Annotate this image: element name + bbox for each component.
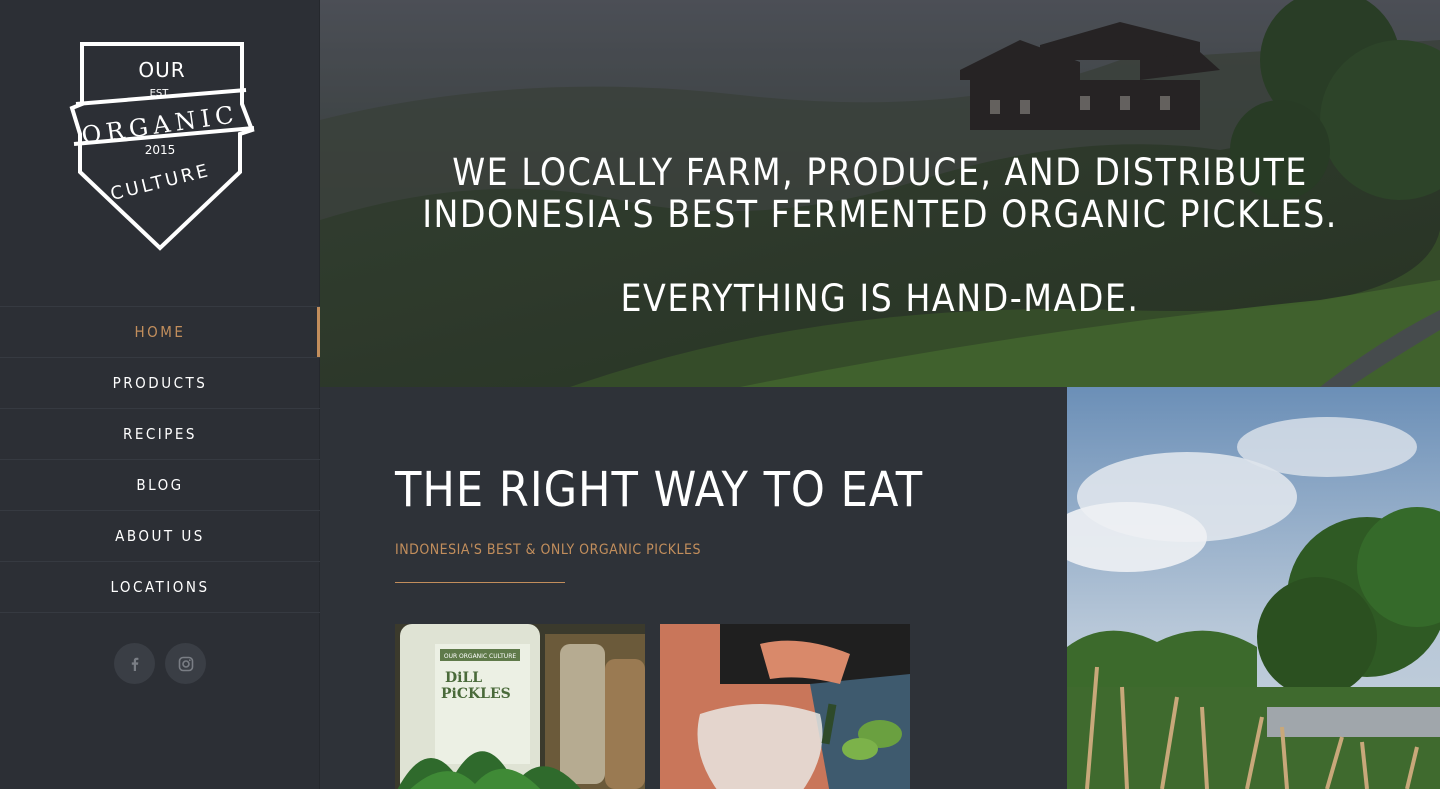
facebook-icon (131, 657, 138, 671)
pickle-preparation-photo[interactable] (660, 624, 910, 789)
hero-line-2: INDONESIA'S BEST FERMENTED ORGANIC PICKL… (422, 193, 1338, 236)
nav-item-home[interactable]: HOME (0, 307, 320, 358)
logo-culture: CULTURE (108, 160, 212, 205)
nav-item-locations[interactable]: LOCATIONS (0, 562, 320, 613)
nav-item-about-us[interactable]: ABOUT US (0, 511, 320, 562)
divider (395, 582, 565, 583)
main-nav: HOME PRODUCTS RECIPES BLOG ABOUT US LOCA… (0, 306, 320, 613)
jar-label-1: DiLL (445, 670, 482, 686)
hero-banner: WE LOCALLY FARM, PRODUCE, AND DISTRIBUTE… (320, 0, 1440, 387)
nav-label: PRODUCTS (112, 374, 208, 392)
hero-line-1: WE LOCALLY FARM, PRODUCE, AND DISTRIBUTE (452, 151, 1308, 194)
nav-label: RECIPES (122, 425, 198, 443)
nav-item-products[interactable]: PRODUCTS (0, 358, 320, 409)
nav-item-blog[interactable]: BLOG (0, 460, 320, 511)
instagram-button[interactable] (165, 643, 206, 684)
sidebar: OUR EST. ORGANIC 2015 CULTURE HOME PRODU… (0, 0, 320, 789)
instagram-icon (178, 656, 193, 671)
nav-label: LOCATIONS (110, 578, 210, 596)
intro-section: THE RIGHT WAY TO EAT INDONESIA'S BEST & … (320, 387, 1067, 789)
social-links (0, 643, 320, 684)
facebook-button[interactable] (114, 643, 155, 684)
nav-label: HOME (134, 323, 186, 341)
logo-est: EST. (150, 88, 171, 99)
jar-label-2: PiCKLES (441, 686, 511, 702)
nav-label: BLOG (136, 476, 184, 494)
logo[interactable]: OUR EST. ORGANIC 2015 CULTURE (60, 30, 260, 260)
logo-our: OUR (138, 58, 185, 82)
hero-line-3: EVERYTHING IS HAND-MADE. (620, 277, 1140, 320)
section-title: THE RIGHT WAY TO EAT (395, 462, 924, 518)
farm-field-photo (1067, 387, 1440, 789)
hero-headline: WE LOCALLY FARM, PRODUCE, AND DISTRIBUTE… (320, 152, 1440, 320)
jar-brand: OUR ORGANIC CULTURE (444, 653, 517, 660)
dill-pickles-photo[interactable]: OUR ORGANIC CULTURE DiLL PiCKLES (395, 624, 645, 789)
logo-year: 2015 (145, 143, 176, 157)
section-subtitle: INDONESIA'S BEST & ONLY ORGANIC PICKLES (395, 542, 701, 558)
nav-item-recipes[interactable]: RECIPES (0, 409, 320, 460)
nav-label: ABOUT US (115, 527, 205, 545)
